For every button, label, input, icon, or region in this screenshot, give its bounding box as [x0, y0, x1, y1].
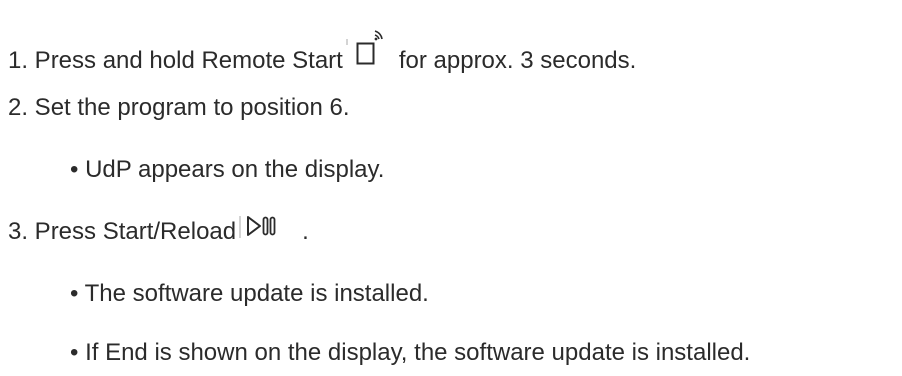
- step-3-bullet-2-text: • If End is shown on the display, the so…: [70, 339, 751, 366]
- step-3-bullet-1: • The software update is installed.: [70, 280, 429, 308]
- step-3-after-text: .: [302, 218, 309, 245]
- step-2-bullet: • UdP appears on the display.: [70, 156, 384, 184]
- step-1-text: 1. Press and hold Remote Start: [8, 47, 343, 74]
- step-3-bullet-1-text: • The software update is installed.: [70, 280, 429, 307]
- step-2: 2. Set the program to position 6.: [8, 94, 350, 122]
- step-1: 1. Press and hold Remote Start for appro…: [8, 30, 637, 75]
- step-3-bullet-2: • If End is shown on the display, the so…: [70, 339, 750, 367]
- step-2-bullet-text: • UdP appears on the display.: [70, 156, 385, 183]
- start-reload-icon: [238, 212, 298, 240]
- step-3: 3. Press Start/Reload .: [8, 216, 309, 246]
- step-3-text: 3. Press Start/Reload: [8, 218, 237, 245]
- step-2-text: 2. Set the program to position 6.: [8, 94, 350, 121]
- step-1-after-text: for approx. 3 seconds.: [398, 47, 637, 74]
- remote-start-icon: [345, 25, 389, 67]
